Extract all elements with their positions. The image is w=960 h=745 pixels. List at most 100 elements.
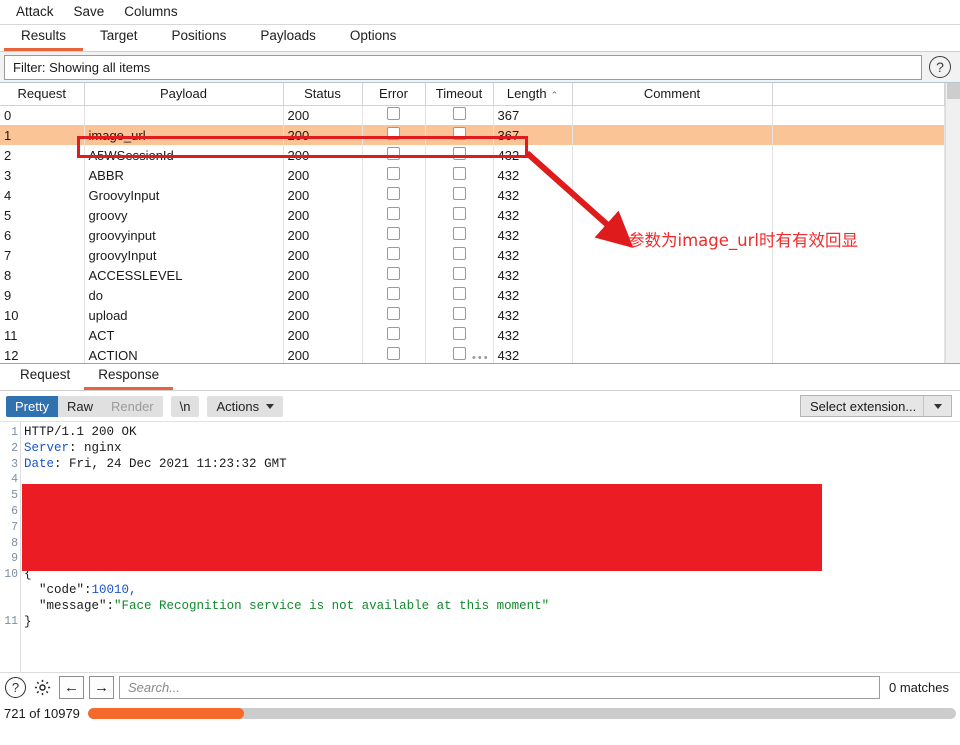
timeout-checkbox[interactable] xyxy=(452,327,466,340)
cell-comment[interactable] xyxy=(572,285,773,305)
cell-comment[interactable] xyxy=(572,205,773,225)
timeout-checkbox[interactable] xyxy=(452,127,466,140)
column-header-timeout[interactable]: Timeout xyxy=(425,83,494,106)
response-line-1: HTTP/1.1 200 OK xyxy=(24,425,137,439)
tab-options[interactable]: Options xyxy=(333,25,414,51)
cell-comment[interactable] xyxy=(572,305,773,325)
error-checkbox[interactable] xyxy=(387,167,400,180)
search-previous-button[interactable]: ← xyxy=(59,676,84,699)
cell-status: 200 xyxy=(283,105,363,125)
error-checkbox[interactable] xyxy=(387,107,400,121)
cell-comment[interactable] xyxy=(572,345,773,363)
timeout-checkbox[interactable] xyxy=(452,347,466,360)
table-row[interactable]: 5 groovy 200 432 xyxy=(0,205,945,225)
cell-payload: ACTION xyxy=(84,345,284,363)
timeout-checkbox[interactable] xyxy=(452,107,466,121)
timeout-checkbox[interactable] xyxy=(452,287,466,300)
view-mode-pretty[interactable]: Pretty xyxy=(6,395,58,417)
error-checkbox[interactable] xyxy=(387,347,400,360)
error-checkbox[interactable] xyxy=(387,287,400,300)
results-table-scrollbar[interactable] xyxy=(945,83,960,363)
cell-comment[interactable] xyxy=(572,125,773,145)
error-checkbox[interactable] xyxy=(387,127,400,140)
timeout-checkbox[interactable] xyxy=(452,267,466,280)
menu-item-attack[interactable]: Attack xyxy=(6,0,64,24)
table-row[interactable]: 0 200 367 xyxy=(0,105,945,125)
search-next-button[interactable]: → xyxy=(89,676,114,699)
cell-status: 200 xyxy=(283,185,363,205)
cell-status: 200 xyxy=(283,285,363,305)
menu-item-save[interactable]: Save xyxy=(64,0,115,24)
message-tab-bar: Request Response xyxy=(0,364,960,391)
progress-bar-fill xyxy=(87,707,245,719)
gear-icon[interactable] xyxy=(31,677,54,698)
cell-comment[interactable] xyxy=(572,145,773,165)
newline-toggle-button[interactable]: \n xyxy=(170,395,200,417)
menu-item-columns[interactable]: Columns xyxy=(114,0,187,24)
search-input[interactable]: Search... xyxy=(119,676,881,699)
table-row[interactable]: 2 A5WSessionId 200 432 xyxy=(0,145,945,165)
error-checkbox[interactable] xyxy=(387,207,400,220)
filter-input[interactable]: Filter: Showing all items xyxy=(4,54,922,80)
table-row[interactable]: 1 image_url 200 367 xyxy=(0,125,945,145)
view-mode-render[interactable]: Render xyxy=(101,395,163,417)
tab-positions[interactable]: Positions xyxy=(155,25,244,51)
cell-status: 200 xyxy=(283,225,363,245)
error-checkbox[interactable] xyxy=(387,327,400,340)
table-row[interactable]: 4 GroovyInput 200 432 xyxy=(0,185,945,205)
timeout-checkbox[interactable] xyxy=(452,147,466,160)
tab-request[interactable]: Request xyxy=(6,364,84,390)
header-key-date: Date xyxy=(24,456,55,471)
sort-ascending-icon: ⌃ xyxy=(550,90,559,101)
column-header-comment[interactable]: Comment xyxy=(572,83,773,106)
table-row[interactable]: 3 ABBR 200 432 xyxy=(0,165,945,185)
cell-request: 10 xyxy=(0,305,85,325)
help-icon[interactable]: ? xyxy=(5,677,26,698)
cell-comment[interactable] xyxy=(572,265,773,285)
cell-spacer xyxy=(772,145,945,165)
error-checkbox[interactable] xyxy=(387,247,400,260)
error-checkbox[interactable] xyxy=(387,307,400,320)
tab-payloads[interactable]: Payloads xyxy=(243,25,333,51)
tab-results[interactable]: Results xyxy=(4,25,84,51)
table-row[interactable]: 9 do 200 432 xyxy=(0,285,945,305)
redacted-region xyxy=(22,484,822,571)
column-header-error[interactable]: Error xyxy=(362,83,426,106)
cell-length: 432 xyxy=(493,225,573,245)
cell-comment[interactable] xyxy=(572,165,773,185)
table-row[interactable]: 11 ACT 200 432 xyxy=(0,325,945,345)
cell-spacer xyxy=(772,265,945,285)
timeout-checkbox[interactable] xyxy=(452,207,466,220)
scrollbar-thumb[interactable] xyxy=(947,83,960,99)
timeout-checkbox[interactable] xyxy=(452,187,466,200)
cell-comment[interactable] xyxy=(572,105,773,125)
column-header-request[interactable]: Request xyxy=(0,83,85,106)
cell-request: 0 xyxy=(0,105,85,125)
view-mode-raw[interactable]: Raw xyxy=(57,395,102,417)
cell-length: 432 xyxy=(493,165,573,185)
filter-bar: Filter: Showing all items ? xyxy=(0,52,960,82)
tab-target[interactable]: Target xyxy=(83,25,155,51)
column-header-payload[interactable]: Payload xyxy=(84,83,284,106)
select-extension-dropdown[interactable]: Select extension... xyxy=(800,395,952,417)
cell-timeout xyxy=(425,305,494,325)
tab-response[interactable]: Response xyxy=(84,364,174,390)
timeout-checkbox[interactable] xyxy=(452,167,466,180)
table-row[interactable]: 8 ACCESSLEVEL 200 432 xyxy=(0,265,945,285)
error-checkbox[interactable] xyxy=(387,227,400,240)
column-header-status[interactable]: Status xyxy=(283,83,363,106)
cell-comment[interactable] xyxy=(572,185,773,205)
timeout-checkbox[interactable] xyxy=(452,307,466,320)
cell-comment[interactable] xyxy=(572,325,773,345)
error-checkbox[interactable] xyxy=(387,267,400,280)
error-checkbox[interactable] xyxy=(387,147,400,160)
column-header-length[interactable]: Length ⌃ xyxy=(493,83,573,106)
error-checkbox[interactable] xyxy=(387,187,400,200)
timeout-checkbox[interactable] xyxy=(452,227,466,240)
help-icon[interactable]: ? xyxy=(929,56,951,78)
cell-error xyxy=(362,325,426,345)
table-resize-handle[interactable]: ••• xyxy=(472,353,490,364)
timeout-checkbox[interactable] xyxy=(452,247,466,260)
table-row[interactable]: 10 upload 200 432 xyxy=(0,305,945,325)
actions-button[interactable]: Actions xyxy=(207,395,284,417)
